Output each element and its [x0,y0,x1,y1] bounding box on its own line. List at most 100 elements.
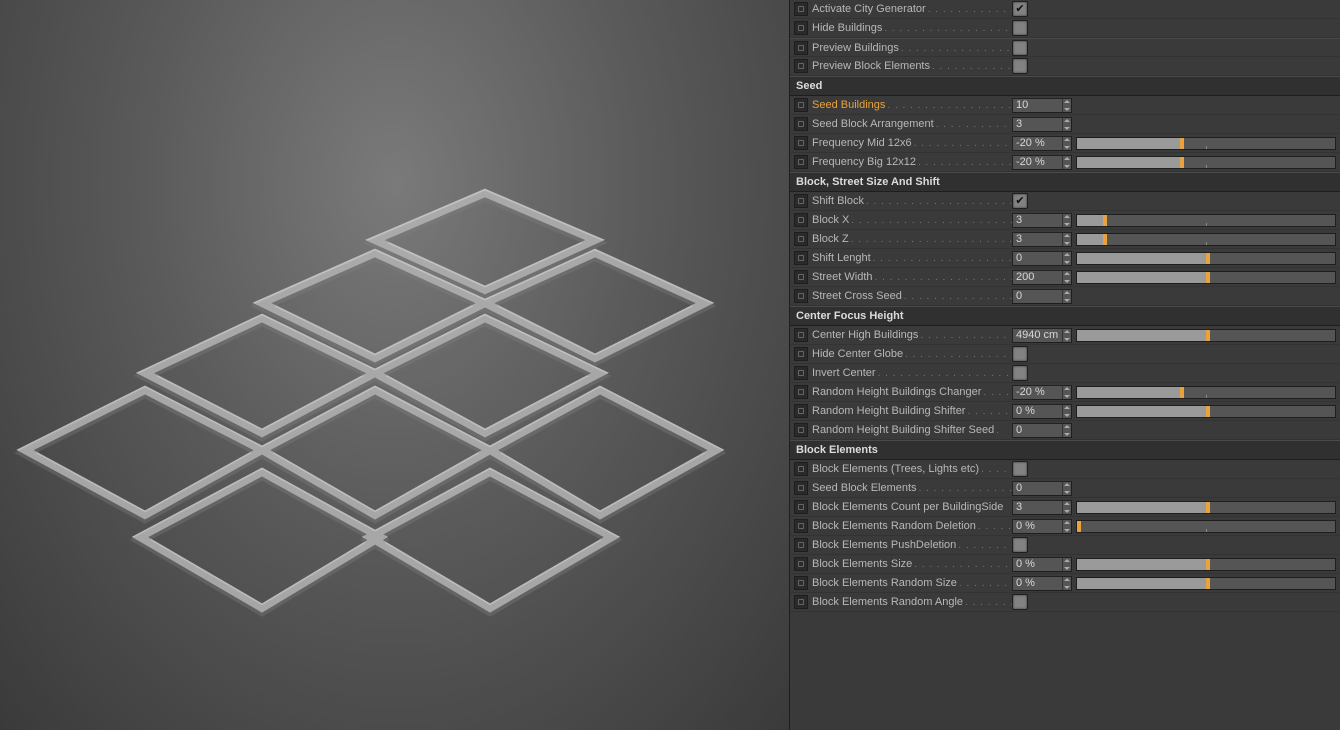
block-elements-size-input[interactable]: 0 % [1012,557,1072,572]
preview-buildings-checkbox[interactable] [1012,40,1028,56]
block-elements-count-input[interactable]: 3 [1012,500,1072,515]
seed-block-elements-input[interactable]: 0 [1012,481,1072,496]
spinner-icon[interactable] [1062,271,1071,284]
anim-key-icon[interactable] [794,155,808,169]
anim-key-icon[interactable] [794,213,808,227]
anim-key-icon[interactable] [794,347,808,361]
spinner-icon[interactable] [1062,520,1071,533]
anim-key-icon[interactable] [794,194,808,208]
anim-key-icon[interactable] [794,98,808,112]
center-high-buildings-slider[interactable] [1076,329,1336,342]
block-elements-size-slider[interactable] [1076,558,1336,571]
street-width-input[interactable]: 200 [1012,270,1072,285]
random-height-building-shifter-seed-input[interactable]: 0 [1012,423,1072,438]
row-block-x: Block X. . . . . . . . . . . . . . . . .… [790,211,1340,230]
label: Block Elements (Trees, Lights etc) [812,463,979,475]
label: Block Elements Random Size [812,577,957,589]
shift-lenght-input[interactable]: 0 [1012,251,1072,266]
spinner-icon[interactable] [1062,405,1071,418]
label: Seed Block Arrangement [812,118,934,130]
anim-key-icon[interactable] [794,538,808,552]
frequency-big-input[interactable]: -20 % [1012,155,1072,170]
block-elements-count-slider[interactable] [1076,501,1336,514]
anim-key-icon[interactable] [794,41,808,55]
invert-center-checkbox[interactable] [1012,365,1028,381]
anim-key-icon[interactable] [794,2,808,16]
row-block-elements-trees-lights: Block Elements (Trees, Lights etc). . . … [790,460,1340,479]
anim-key-icon[interactable] [794,328,808,342]
random-height-buildings-changer-input[interactable]: -20 % [1012,385,1072,400]
spinner-icon[interactable] [1062,252,1071,265]
seed-block-arrangement-input[interactable]: 3 [1012,117,1072,132]
anim-key-icon[interactable] [794,385,808,399]
anim-key-icon[interactable] [794,557,808,571]
block-elements-push-deletion-checkbox[interactable] [1012,537,1028,553]
spinner-icon[interactable] [1062,558,1071,571]
spinner-icon[interactable] [1062,577,1071,590]
block-elements-random-deletion-slider[interactable] [1076,520,1336,533]
viewport-3d[interactable] [0,0,789,730]
anim-key-icon[interactable] [794,117,808,131]
seed-buildings-input[interactable]: 10 [1012,98,1072,113]
shift-block-checkbox[interactable]: ✔ [1012,193,1028,209]
anim-key-icon[interactable] [794,251,808,265]
spinner-icon[interactable] [1062,290,1071,303]
random-height-building-shifter-input[interactable]: 0 % [1012,404,1072,419]
label: Seed Block Elements [812,482,917,494]
hide-buildings-checkbox[interactable] [1012,20,1028,36]
spinner-icon[interactable] [1062,329,1071,342]
anim-key-icon[interactable] [794,595,808,609]
preview-block-elements-checkbox[interactable] [1012,58,1028,74]
attribute-panel: Activate City Generator. . . . . . . . .… [789,0,1340,730]
spinner-icon[interactable] [1062,424,1071,437]
anim-key-icon[interactable] [794,232,808,246]
label: Block Z [812,233,849,245]
row-block-elements-size: Block Elements Size. . . . . . . . . . .… [790,555,1340,574]
frequency-mid-slider[interactable] [1076,137,1336,150]
spinner-icon[interactable] [1062,233,1071,246]
block-x-slider[interactable] [1076,214,1336,227]
spinner-icon[interactable] [1062,156,1071,169]
anim-key-icon[interactable] [794,500,808,514]
block-elements-random-angle-checkbox[interactable] [1012,594,1028,610]
anim-key-icon[interactable] [794,270,808,284]
frequency-big-slider[interactable] [1076,156,1336,169]
spinner-icon[interactable] [1062,137,1071,150]
frequency-mid-input[interactable]: -20 % [1012,136,1072,151]
anim-key-icon[interactable] [794,21,808,35]
anim-key-icon[interactable] [794,59,808,73]
spinner-icon[interactable] [1062,118,1071,131]
anim-key-icon[interactable] [794,481,808,495]
block-z-input[interactable]: 3 [1012,232,1072,247]
spinner-icon[interactable] [1062,386,1071,399]
block-x-input[interactable]: 3 [1012,213,1072,228]
anim-key-icon[interactable] [794,576,808,590]
spinner-icon[interactable] [1062,99,1071,112]
random-height-building-shifter-slider[interactable] [1076,405,1336,418]
block-elements-random-deletion-input[interactable]: 0 % [1012,519,1072,534]
row-center-high-buildings: Center High Buildings. . . . . . . . . .… [790,326,1340,345]
random-height-buildings-changer-slider[interactable] [1076,386,1336,399]
block-elements-random-size-input[interactable]: 0 % [1012,576,1072,591]
spinner-icon[interactable] [1062,501,1071,514]
spinner-icon[interactable] [1062,214,1071,227]
anim-key-icon[interactable] [794,136,808,150]
shift-lenght-slider[interactable] [1076,252,1336,265]
center-high-buildings-input[interactable]: 4940 cm [1012,328,1072,343]
anim-key-icon[interactable] [794,366,808,380]
anim-key-icon[interactable] [794,404,808,418]
anim-key-icon[interactable] [794,289,808,303]
label: Block X [812,214,849,226]
street-cross-seed-input[interactable]: 0 [1012,289,1072,304]
block-elements-trees-lights-checkbox[interactable] [1012,461,1028,477]
street-width-slider[interactable] [1076,271,1336,284]
anim-key-icon[interactable] [794,462,808,476]
block-elements-random-size-slider[interactable] [1076,577,1336,590]
hide-center-globe-checkbox[interactable] [1012,346,1028,362]
anim-key-icon[interactable] [794,423,808,437]
spinner-icon[interactable] [1062,482,1071,495]
activate-city-generator-checkbox[interactable]: ✔ [1012,1,1028,17]
anim-key-icon[interactable] [794,519,808,533]
block-z-slider[interactable] [1076,233,1336,246]
row-seed-block-elements: Seed Block Elements. . . . . . . . . . .… [790,479,1340,498]
